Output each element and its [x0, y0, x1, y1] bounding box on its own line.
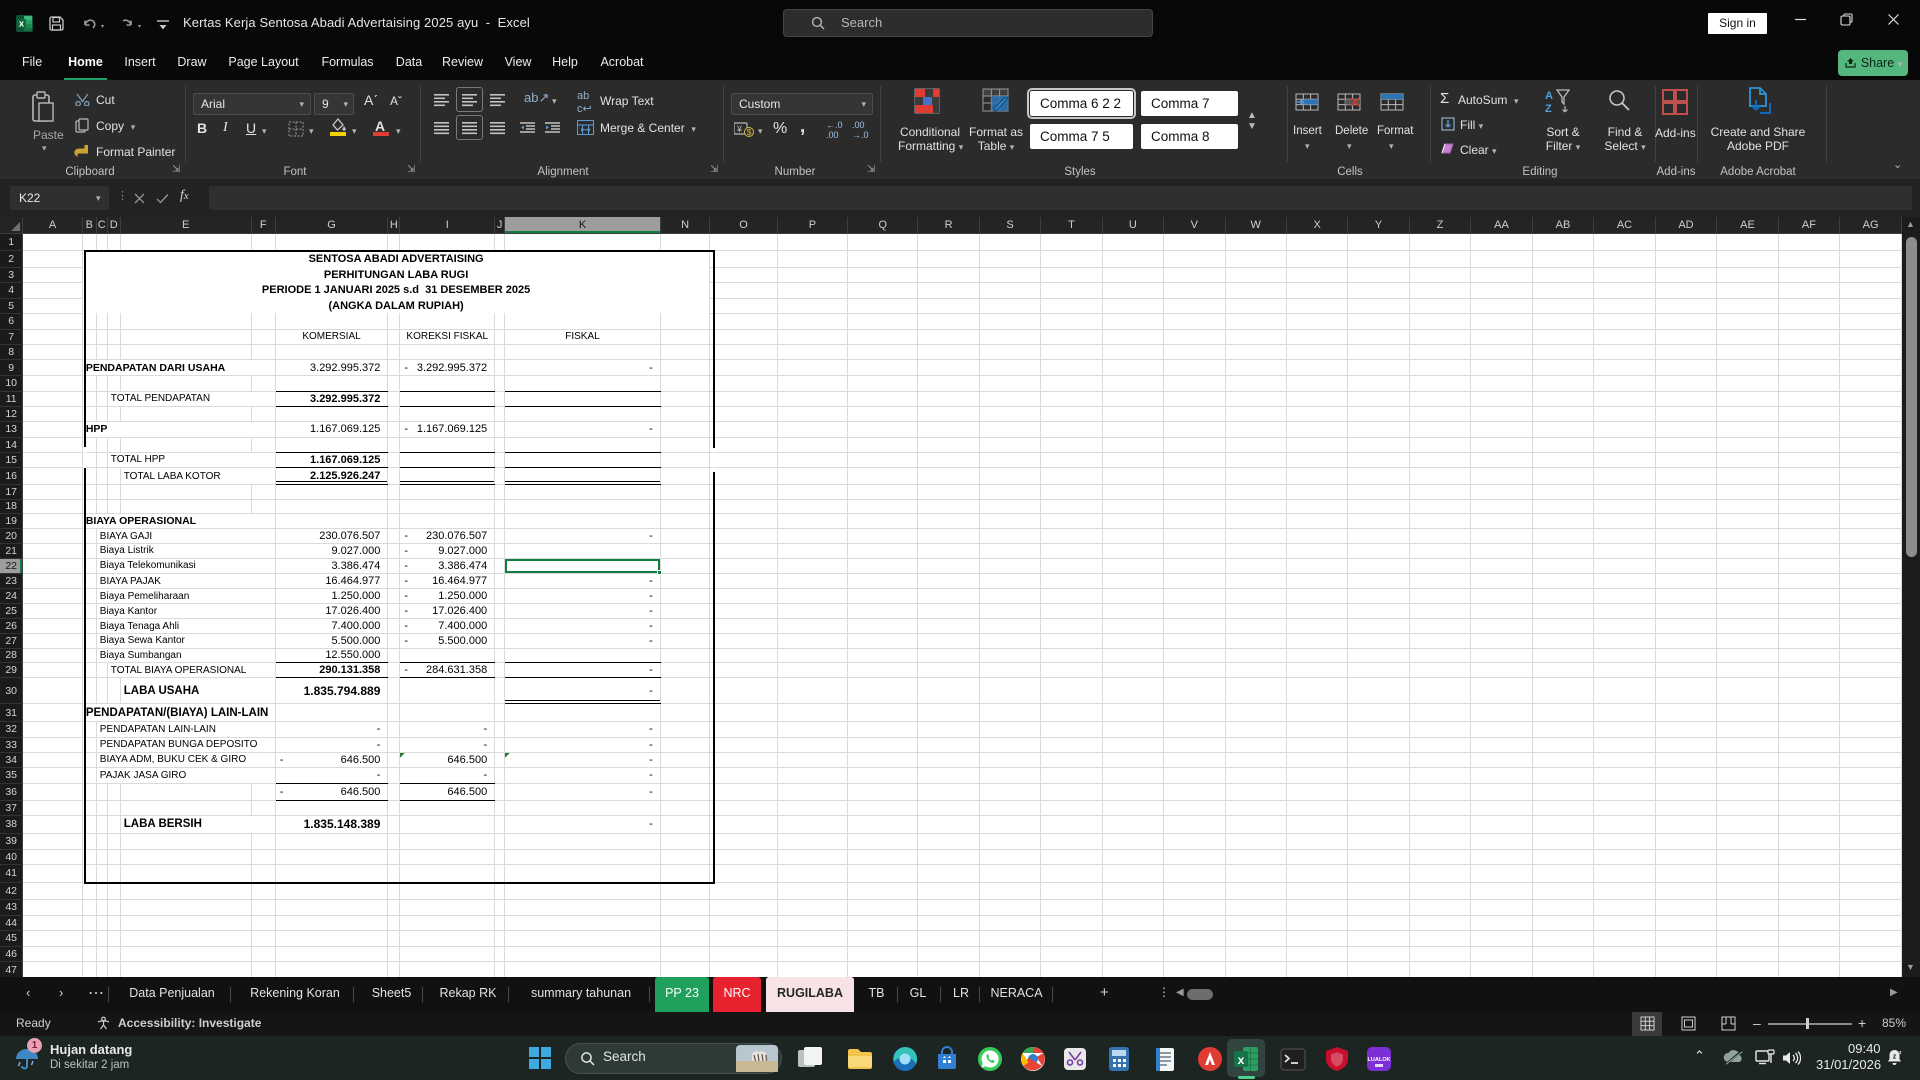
svg-text:z: z: [1899, 1050, 1902, 1056]
svg-text:x: x: [19, 19, 24, 29]
svg-text:Z: Z: [1545, 103, 1552, 114]
svg-text:A: A: [1545, 90, 1553, 102]
svg-text:x: x: [1238, 1053, 1245, 1067]
svg-text:$: $: [747, 127, 752, 137]
svg-text:z: z: [1893, 1054, 1897, 1061]
svg-text:LUALOK: LUALOK: [1368, 1057, 1391, 1063]
svg-text:¥: ¥: [736, 124, 743, 134]
